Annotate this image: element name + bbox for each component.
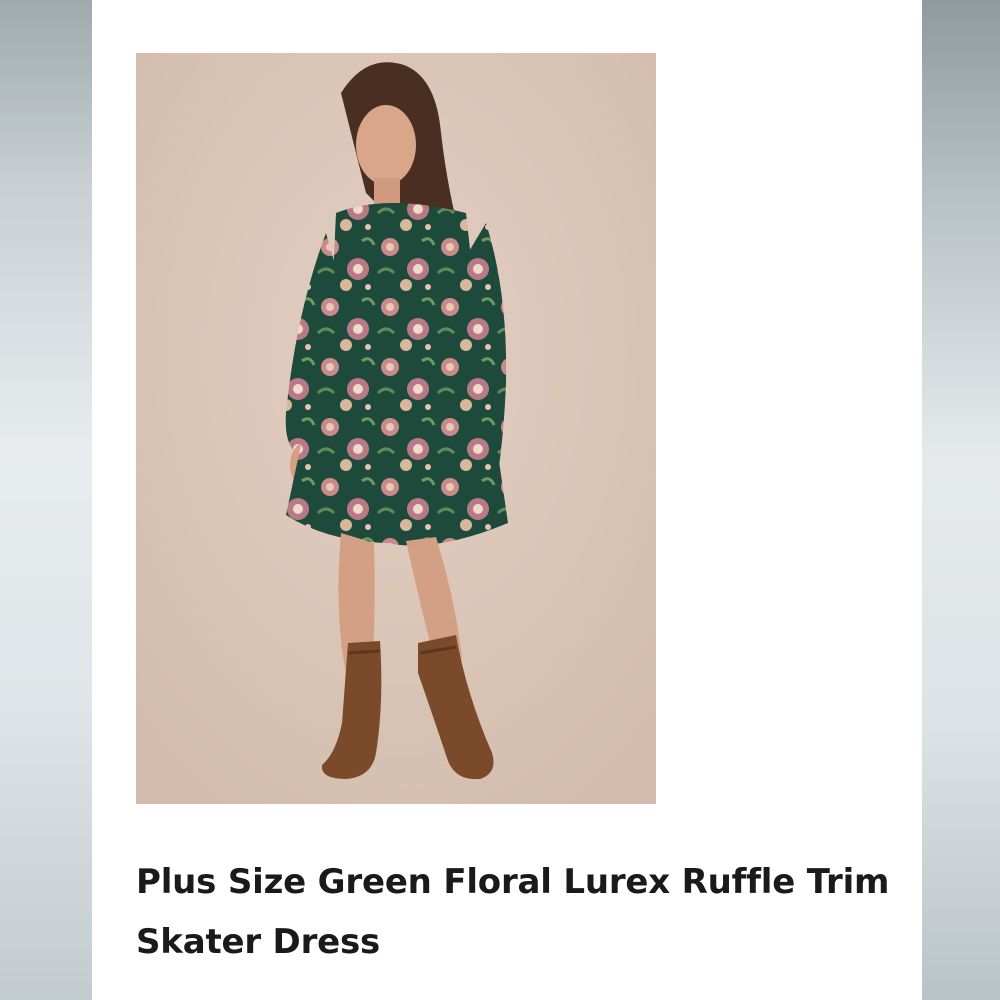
product-title-line-2: Skater Dress: [136, 922, 381, 962]
product-title[interactable]: Plus Size Green Floral Lurex Ruffle Trim…: [136, 852, 896, 972]
left-blurred-backdrop: [0, 0, 92, 1000]
product-title-line-1: Plus Size Green Floral Lurex Ruffle Trim: [136, 862, 890, 902]
product-image[interactable]: [136, 53, 656, 804]
right-blurred-backdrop: [922, 0, 1000, 1000]
product-card[interactable]: Plus Size Green Floral Lurex Ruffle Trim…: [92, 0, 922, 1000]
model-illustration: [136, 53, 656, 804]
